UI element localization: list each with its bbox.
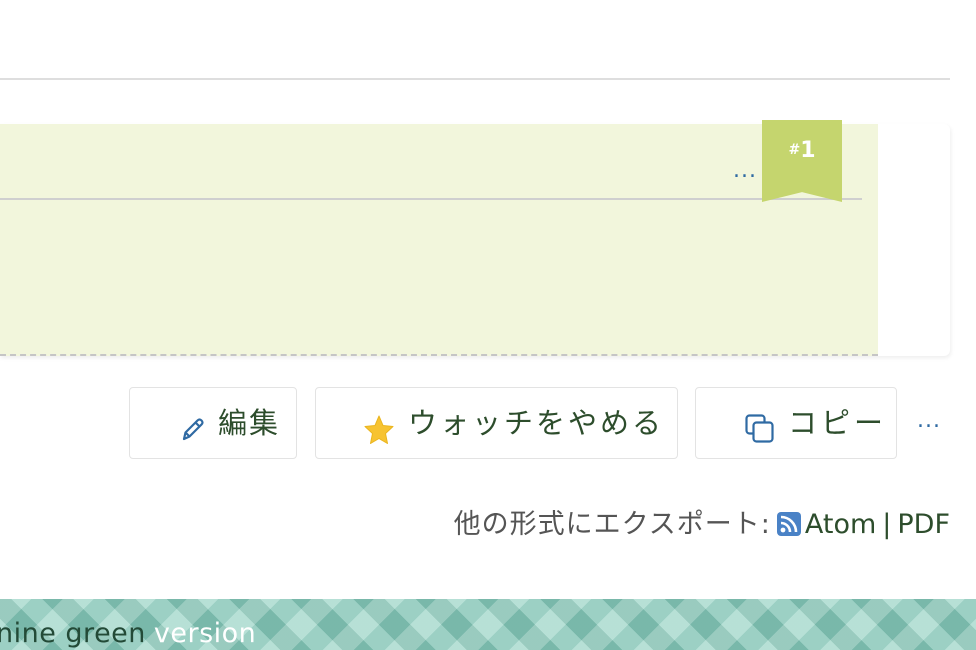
note-hash: # <box>788 142 801 158</box>
unwatch-button[interactable]: ウォッチをやめる <box>315 387 678 459</box>
theme-name: nine green <box>0 618 146 649</box>
note-number-label: #1 <box>762 138 842 163</box>
edit-button[interactable]: 編集 <box>129 387 297 459</box>
theme-version-text: nine green version <box>0 617 256 650</box>
copy-icon <box>744 413 776 449</box>
journal-note-panel: ... #1 <box>0 120 878 356</box>
export-separator: | <box>882 509 892 540</box>
export-formats: 他の形式にエクスポート: Atom | PDF <box>454 507 950 543</box>
theme-version-word: version <box>153 618 257 649</box>
note-number-ribbon[interactable]: #1 <box>762 120 842 202</box>
journal-actions-menu[interactable]: ... <box>733 160 757 182</box>
export-pdf-link[interactable]: PDF <box>897 509 950 540</box>
export-atom-link[interactable]: Atom <box>805 509 876 540</box>
journal-note-card: ... #1 <box>0 120 950 356</box>
star-icon <box>362 413 396 451</box>
journal-header-divider <box>0 198 862 200</box>
section-divider <box>0 78 950 80</box>
unwatch-label: ウォッチをやめる <box>408 406 665 440</box>
edit-label: 編集 <box>218 406 281 440</box>
pencil-icon <box>178 414 208 448</box>
copy-label: コピー <box>788 406 888 440</box>
issue-page: ... #1 編集 ウォッチをやめる コピー ... 他の形式にエクスポート: … <box>0 0 976 650</box>
rss-feed-icon <box>776 510 801 536</box>
export-label: 他の形式にエクスポート: <box>453 509 771 540</box>
copy-button[interactable]: コピー <box>695 387 897 459</box>
footer: nine green version <box>0 599 976 650</box>
note-number: 1 <box>800 138 816 163</box>
more-actions-menu[interactable]: ... <box>917 410 941 432</box>
